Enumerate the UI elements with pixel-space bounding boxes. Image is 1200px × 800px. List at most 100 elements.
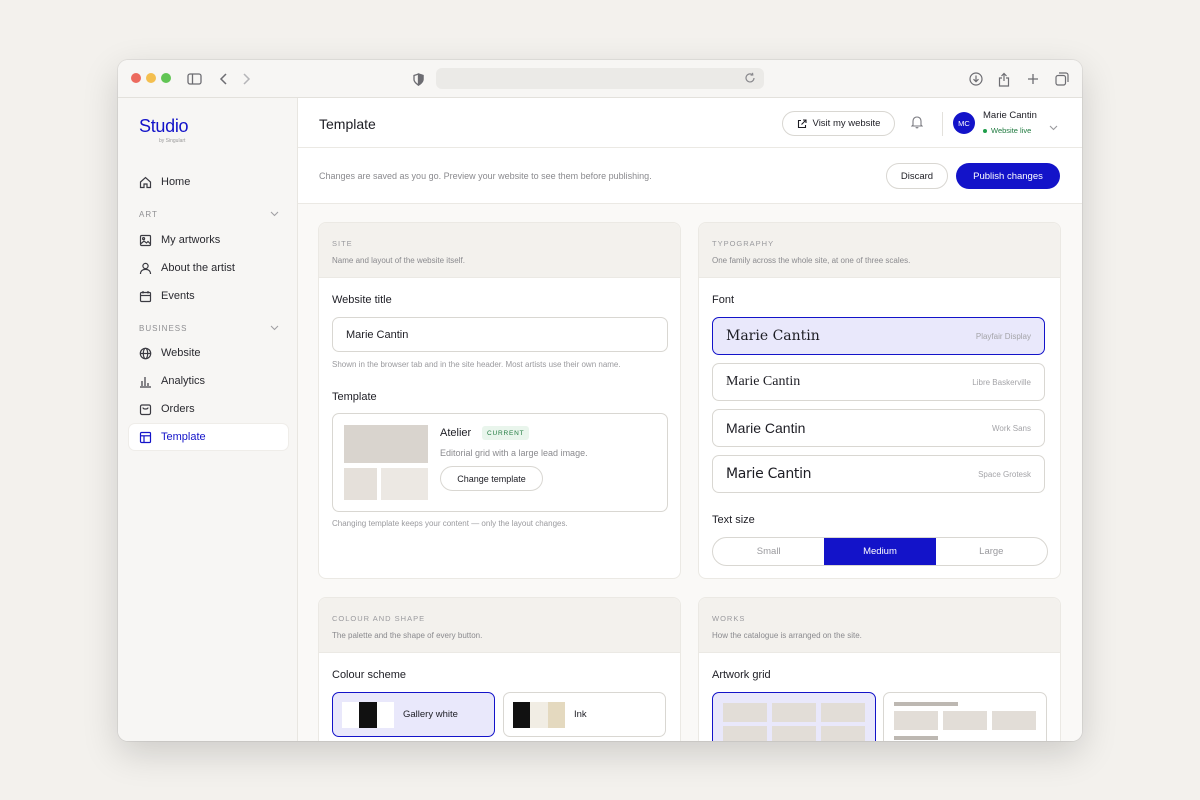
- card-description: Name and layout of the website itself.: [332, 256, 465, 265]
- minimize-window-button[interactable]: [146, 73, 156, 83]
- font-name: Libre Baskerville: [972, 377, 1031, 387]
- publish-changes-button[interactable]: Publish changes: [956, 163, 1060, 189]
- font-option-work-sans[interactable]: Marie Cantin Work Sans: [712, 409, 1045, 447]
- forward-icon[interactable]: [234, 67, 258, 91]
- website-title-label: Website title: [332, 294, 392, 306]
- card-header: WORKS How the catalogue is arranged on t…: [699, 598, 1060, 653]
- globe-icon: [139, 347, 152, 360]
- colour-scheme-ink[interactable]: Ink: [503, 692, 666, 737]
- close-window-button[interactable]: [131, 73, 141, 83]
- font-option-space-grotesk[interactable]: Marie Cantin Space Grotesk: [712, 455, 1045, 493]
- external-link-icon: [797, 118, 807, 129]
- sidebar-item-label: About the artist: [161, 262, 235, 274]
- sidebar-item-label: Events: [161, 290, 195, 302]
- text-size-large[interactable]: Large: [936, 538, 1047, 565]
- card-header: COLOUR AND SHAPE The palette and the sha…: [319, 598, 680, 653]
- artwork-grid-option-rows[interactable]: [883, 692, 1047, 741]
- sidebar-item-about-the-artist[interactable]: About the artist: [129, 255, 288, 281]
- page-title: Template: [319, 116, 376, 132]
- sidebar-item-label: Template: [161, 431, 206, 443]
- card-header: SITE Name and layout of the website itse…: [319, 223, 680, 278]
- browser-toolbar: [118, 60, 1082, 98]
- font-sample: Marie Cantin: [726, 328, 820, 344]
- layout-icon: [139, 431, 152, 444]
- sidebar-item-orders[interactable]: Orders: [129, 396, 288, 422]
- artwork-grid-label: Artwork grid: [712, 669, 771, 681]
- text-size-medium[interactable]: Medium: [824, 538, 936, 565]
- works-card: WORKS How the catalogue is arranged on t…: [698, 597, 1061, 741]
- website-title-input[interactable]: Marie Cantin: [332, 317, 668, 352]
- user-name[interactable]: Marie Cantin: [983, 110, 1037, 121]
- font-name: Work Sans: [992, 423, 1031, 433]
- grid-cell: [772, 726, 816, 741]
- chevron-down-icon[interactable]: [270, 210, 279, 219]
- template-thumbnail: [344, 425, 428, 463]
- back-icon[interactable]: [212, 67, 236, 91]
- template-name: Atelier: [440, 427, 472, 439]
- font-option-libre-baskerville[interactable]: Marie Cantin Libre Baskerville: [712, 363, 1045, 401]
- visit-website-button[interactable]: Visit my website: [782, 111, 895, 136]
- current-template-box: Atelier CURRENT Editorial grid with a la…: [332, 413, 668, 512]
- chevron-down-icon[interactable]: [270, 324, 279, 333]
- grid-cell: [772, 703, 816, 722]
- studio-logo[interactable]: Studio: [139, 116, 189, 137]
- grid-cell: [821, 726, 865, 741]
- sidebar-item-template[interactable]: Template: [129, 424, 288, 450]
- calendar-icon: [139, 290, 152, 303]
- bar-chart-icon: [139, 375, 152, 388]
- sidebar-item-home[interactable]: Home: [129, 169, 288, 195]
- grid-cell: [943, 711, 987, 730]
- colour-scheme-gallery-white[interactable]: Gallery white: [332, 692, 495, 737]
- sidebar-item-events[interactable]: Events: [129, 283, 288, 309]
- change-template-button[interactable]: Change template: [440, 466, 543, 491]
- sidebar-item-analytics[interactable]: Analytics: [129, 368, 288, 394]
- person-icon: [139, 262, 152, 275]
- privacy-shield-icon[interactable]: [406, 67, 430, 91]
- card-kicker: TYPOGRAPHY: [712, 239, 775, 248]
- text-size-small[interactable]: Small: [713, 538, 824, 565]
- tab-overview-icon[interactable]: [1050, 67, 1074, 91]
- zoom-window-button[interactable]: [161, 73, 171, 83]
- colour-shape-card: COLOUR AND SHAPE The palette and the sha…: [318, 597, 681, 741]
- share-icon[interactable]: [992, 67, 1016, 91]
- new-tab-icon[interactable]: [1021, 67, 1045, 91]
- grid-cell: [723, 726, 767, 741]
- section-label: ART: [139, 210, 158, 219]
- visit-website-label: Visit my website: [812, 118, 881, 129]
- sidebar-toggle-icon[interactable]: [182, 67, 206, 91]
- status-dot-icon: [983, 128, 987, 133]
- card-kicker: COLOUR AND SHAPE: [332, 614, 426, 623]
- website-title-hint: Shown in the browser tab and in the site…: [332, 360, 621, 369]
- card-kicker: WORKS: [712, 614, 746, 623]
- header-divider: [942, 112, 943, 136]
- sidebar-item-website[interactable]: Website: [129, 340, 288, 366]
- sidebar-item-label: Analytics: [161, 375, 206, 387]
- font-name: Playfair Display: [975, 331, 1031, 341]
- font-name: Space Grotesk: [978, 469, 1031, 479]
- grid-cell: [723, 703, 767, 722]
- download-icon[interactable]: [964, 67, 988, 91]
- grid-line: [894, 736, 938, 740]
- logo-subtitle: by Singulart: [159, 138, 186, 144]
- sidebar-section-business[interactable]: BUSINESS: [139, 324, 279, 333]
- sidebar-section-art[interactable]: ART: [139, 210, 279, 219]
- notification-bell-icon[interactable]: [910, 115, 925, 129]
- sidebar-item-my-artworks[interactable]: My artworks: [129, 227, 288, 253]
- card-header: TYPOGRAPHY One family across the whole s…: [699, 223, 1060, 278]
- font-option-playfair-display[interactable]: Marie Cantin Playfair Display: [712, 317, 1045, 355]
- site-card: SITE Name and layout of the website itse…: [318, 222, 681, 579]
- sidebar-item-label: Home: [161, 176, 191, 188]
- avatar[interactable]: MC: [953, 112, 975, 134]
- address-bar[interactable]: [436, 68, 764, 89]
- font-sample: Marie Cantin: [726, 466, 812, 482]
- website-status: Website live: [983, 126, 1031, 135]
- artwork-grid-option-grid[interactable]: [712, 692, 876, 741]
- chevron-down-icon[interactable]: [1049, 118, 1059, 131]
- colour-scheme-label: Colour scheme: [332, 669, 406, 681]
- grid-cell: [894, 711, 938, 730]
- template-hint: Changing template keeps your content — o…: [332, 519, 568, 528]
- current-badge: CURRENT: [482, 426, 530, 440]
- discard-button[interactable]: Discard: [886, 163, 948, 189]
- reload-icon[interactable]: [744, 71, 758, 85]
- sidebar-item-label: Orders: [161, 403, 195, 415]
